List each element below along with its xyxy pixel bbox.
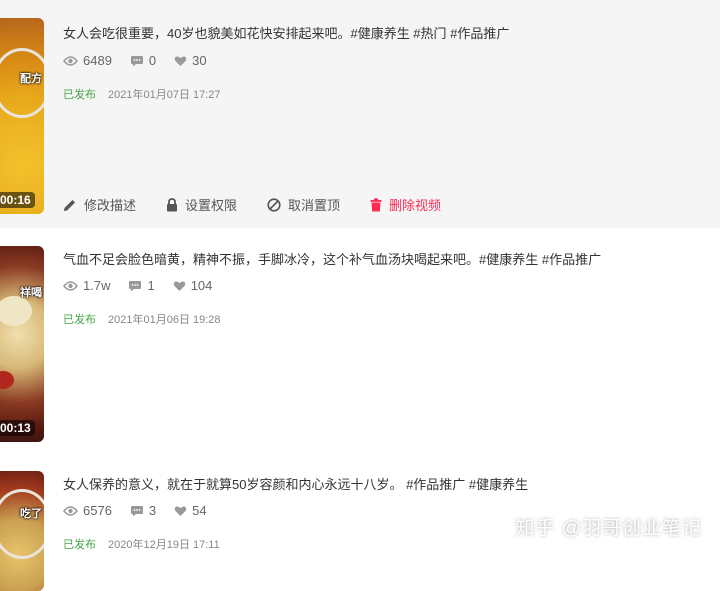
video-duration: 00:16 [0, 192, 35, 208]
set-permission-button[interactable]: 设置权限 [166, 195, 237, 214]
set-permission-label: 设置权限 [185, 198, 238, 213]
like-count-value: 54 [192, 503, 207, 518]
video-thumbnail[interactable]: 配方 00:16 [0, 18, 44, 214]
video-title: 气血不足会脸色暗黄，精神不振，手脚冰冷，这个补气血汤块喝起来吧。#健康养生 #作… [63, 252, 602, 267]
edit-description-label: 修改描述 [84, 198, 137, 213]
comment-count: 3 [130, 503, 156, 518]
thumbnail-caption: 祥喝 [20, 287, 42, 299]
eye-icon [63, 280, 78, 291]
video-title: 女人保养的意义，就在于就算50岁容颜和内心永远十八岁。 #作品推广 #健康养生 [63, 477, 529, 492]
zhihu-watermark: 知乎 @羽哥创业笔记 [515, 518, 702, 539]
view-count: 1.7w [63, 278, 110, 293]
video-duration: 00:13 [0, 420, 35, 436]
publish-status: 已发布 [63, 539, 96, 551]
thumbnail-caption: 吃了 [20, 508, 42, 520]
video-title: 女人会吃很重要，40岁也貌美如花快安排起来吧。#健康养生 #热门 #作品推广 [63, 26, 510, 41]
like-count-value: 30 [192, 53, 207, 68]
delete-video-label: 删除视频 [389, 198, 442, 213]
ban-icon [267, 197, 281, 212]
publish-date: 2021年01月06日 19:28 [108, 314, 221, 326]
comment-count: 0 [130, 53, 156, 68]
comment-icon [130, 505, 143, 516]
unpin-button[interactable]: 取消置顶 [267, 195, 340, 214]
lock-icon [167, 197, 178, 211]
video-thumbnail[interactable]: 祥喝 00:13 [0, 246, 44, 442]
heart-icon [174, 55, 187, 66]
delete-video-button[interactable]: 删除视频 [370, 195, 441, 214]
video-item[interactable]: 吃了 女人保养的意义，就在于就算50岁容颜和内心永远十八岁。 #作品推广 #健康… [0, 456, 720, 591]
like-count-value: 104 [190, 278, 213, 293]
eye-icon [63, 505, 78, 516]
video-item[interactable]: 配方 00:16 女人会吃很重要，40岁也貌美如花快安排起来吧。#健康养生 #热… [0, 0, 720, 228]
view-count-value: 6576 [83, 503, 112, 518]
like-count: 30 [174, 53, 207, 68]
view-count-value: 6489 [83, 53, 112, 68]
eye-icon [63, 55, 78, 66]
heart-icon [173, 280, 185, 291]
trash-icon [370, 197, 382, 211]
thumbnail-caption: 配方 [20, 73, 42, 85]
pencil-icon [64, 199, 75, 211]
publish-date: 2021年01月07日 17:27 [108, 89, 221, 101]
view-count-value: 1.7w [83, 278, 111, 293]
like-count: 104 [173, 278, 213, 293]
comment-icon [130, 55, 143, 66]
video-thumbnail[interactable]: 吃了 [0, 471, 44, 591]
comment-icon [129, 280, 142, 291]
comment-count-value: 1 [147, 278, 155, 293]
view-count: 6576 [63, 503, 112, 518]
comment-count-value: 3 [148, 503, 157, 518]
video-item[interactable]: 祥喝 00:13 气血不足会脸色暗黄，精神不振，手脚冰冷，这个补气血汤块喝起来吧… [0, 228, 720, 456]
unpin-label: 取消置顶 [288, 198, 341, 213]
publish-status: 已发布 [63, 89, 96, 101]
like-count: 54 [174, 503, 207, 518]
view-count: 6489 [63, 53, 112, 68]
comment-count: 1 [128, 278, 155, 293]
comment-count-value: 0 [148, 53, 157, 68]
heart-icon [174, 505, 187, 516]
publish-status: 已发布 [63, 314, 96, 326]
edit-description-button[interactable]: 修改描述 [63, 195, 136, 214]
publish-date: 2020年12月19日 17:11 [108, 539, 220, 551]
